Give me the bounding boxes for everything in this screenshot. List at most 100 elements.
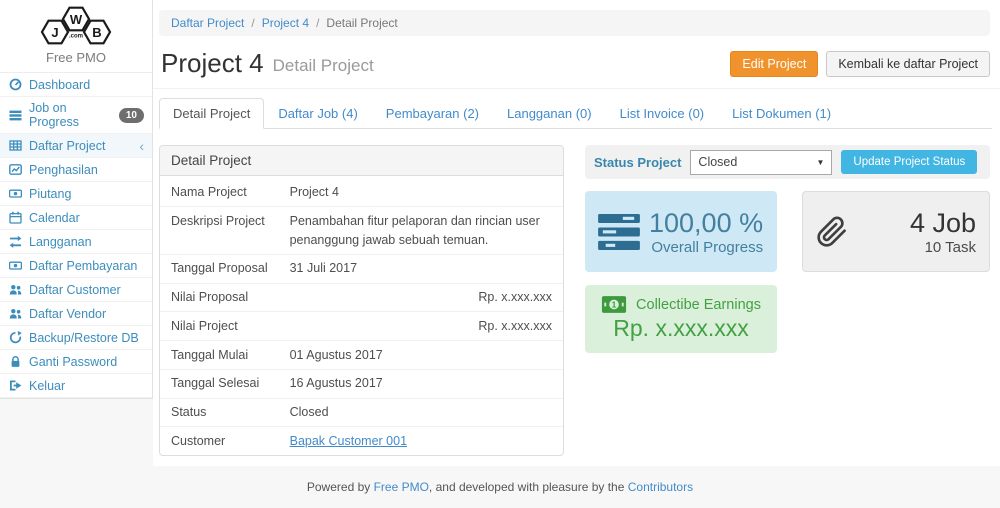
page-subtitle: Detail Project	[273, 51, 374, 76]
row-label: Deskripsi Project	[160, 207, 279, 255]
right-column: Status Project Closed ▼ Update Project S…	[585, 145, 990, 456]
status-project-form: Status Project Closed ▼ Update Project S…	[585, 145, 990, 179]
status-project-label: Status Project	[594, 155, 681, 170]
sidebar-item-langganan[interactable]: Langganan	[0, 230, 152, 254]
svg-text:1: 1	[612, 299, 617, 309]
status-select[interactable]: Closed ▼	[690, 150, 832, 175]
sidebar-item-label: Daftar Project	[29, 139, 105, 153]
footer-text: Powered by	[307, 480, 374, 494]
sidebar-item-label: Job on Progress	[29, 101, 113, 129]
panel-title: Detail Project	[160, 146, 563, 176]
header-buttons: Edit Project Kembali ke daftar Project	[730, 51, 990, 77]
progress-value: 100,00 %	[649, 207, 763, 239]
detail-project-panel: Detail Project Nama Project Project 4 De…	[159, 145, 564, 456]
status-select-value: Closed	[698, 155, 737, 169]
sidebar-item-label: Backup/Restore DB	[29, 331, 139, 345]
table-row: Customer Bapak Customer 001	[160, 427, 563, 455]
chevron-left-icon: ‹	[139, 139, 144, 153]
row-label: Customer	[160, 427, 279, 455]
svg-text:J: J	[51, 25, 58, 40]
brand-name: Free PMO	[4, 50, 148, 65]
sidebar: W J B .com Free PMO Dashboard Job on Pro…	[0, 0, 153, 399]
table-row: Deskripsi Project Penambahan fitur pelap…	[160, 207, 563, 255]
retweet-icon	[8, 235, 23, 248]
customer-link[interactable]: Bapak Customer 001	[290, 434, 407, 448]
row-label: Tanggal Proposal	[160, 254, 279, 283]
sidebar-item-daftar-customer[interactable]: Daftar Customer	[0, 278, 152, 302]
detail-table: Nama Project Project 4 Deskripsi Project…	[160, 176, 563, 455]
sidebar-item-label: Penghasilan	[29, 163, 98, 177]
contributors-link[interactable]: Contributors	[628, 480, 693, 494]
jwb-logo-icon: W J B .com	[29, 6, 123, 48]
money-icon: 1	[601, 295, 627, 314]
breadcrumb-separator: /	[316, 16, 319, 30]
sidebar-item-label: Piutang	[29, 187, 71, 201]
sidebar-item-daftar-project[interactable]: Daftar Project ‹	[0, 134, 152, 158]
row-label: Tanggal Mulai	[160, 341, 279, 370]
table-row: Tanggal Selesai 16 Agustus 2017	[160, 369, 563, 398]
sidebar-item-keluar[interactable]: Keluar	[0, 374, 152, 398]
tab-list-dokumen[interactable]: List Dokumen (1)	[718, 98, 845, 129]
sidebar-item-daftar-vendor[interactable]: Daftar Vendor	[0, 302, 152, 326]
progress-label: Overall Progress	[649, 239, 763, 256]
money-icon	[8, 259, 23, 272]
sidebar-item-dashboard[interactable]: Dashboard	[0, 73, 152, 97]
tab-detail-project[interactable]: Detail Project	[159, 98, 264, 129]
breadcrumb: Daftar Project / Project 4 / Detail Proj…	[159, 10, 990, 36]
page-header: Project 4 Detail Project Edit Project Ke…	[153, 36, 1000, 89]
sidebar-item-calendar[interactable]: Calendar	[0, 206, 152, 230]
table-row: Tanggal Proposal 31 Juli 2017	[160, 254, 563, 283]
tab-pembayaran[interactable]: Pembayaran (2)	[372, 98, 493, 129]
row-value: Rp. x.xxx.xxx	[279, 283, 563, 312]
row-label: Tanggal Selesai	[160, 369, 279, 398]
row-value: 16 Agustus 2017	[279, 369, 563, 398]
sidebar-item-label: Keluar	[29, 379, 65, 393]
sidebar-item-label: Daftar Pembayaran	[29, 259, 137, 273]
back-to-list-button[interactable]: Kembali ke daftar Project	[826, 51, 990, 77]
lock-icon	[8, 355, 23, 368]
table-icon	[8, 139, 23, 152]
tab-daftar-job[interactable]: Daftar Job (4)	[264, 98, 371, 129]
earnings-label: Collectibe Earnings	[636, 297, 761, 313]
sidebar-menu: Dashboard Job on Progress 10 Daftar Proj…	[0, 73, 152, 398]
edit-project-button[interactable]: Edit Project	[730, 51, 818, 77]
row-value: Closed	[279, 398, 563, 427]
app-layout: W J B .com Free PMO Dashboard Job on Pro…	[0, 0, 1000, 466]
page-title: Project 4	[161, 48, 264, 79]
job-summary-box: 4 Job 10 Task	[802, 191, 990, 272]
dashboard-icon	[8, 78, 23, 91]
update-project-status-button[interactable]: Update Project Status	[841, 150, 977, 174]
svg-text:W: W	[70, 12, 83, 27]
overall-progress-box: 100,00 % Overall Progress	[585, 191, 777, 272]
earnings-value: Rp. x.xxx.xxx	[593, 315, 769, 342]
sidebar-item-penghasilan[interactable]: Penghasilan	[0, 158, 152, 182]
sidebar-item-label: Calendar	[29, 211, 80, 225]
tab-list-invoice[interactable]: List Invoice (0)	[606, 98, 719, 129]
sidebar-item-job-on-progress[interactable]: Job on Progress 10	[0, 97, 152, 134]
row-label: Status	[160, 398, 279, 427]
sidebar-item-label: Daftar Vendor	[29, 307, 106, 321]
tab-langganan[interactable]: Langganan (0)	[493, 98, 606, 129]
svg-text:.com: .com	[69, 34, 83, 40]
svg-text:B: B	[92, 25, 101, 40]
line-chart-icon	[8, 163, 23, 176]
sidebar-item-ganti-password[interactable]: Ganti Password	[0, 350, 152, 374]
row-value: 31 Juli 2017	[279, 254, 563, 283]
tab-content: Detail Project Nama Project Project 4 De…	[153, 129, 1000, 456]
row-value: Project 4	[279, 176, 563, 207]
sidebar-item-piutang[interactable]: Piutang	[0, 182, 152, 206]
breadcrumb-link-project-4[interactable]: Project 4	[262, 16, 309, 30]
free-pmo-link[interactable]: Free PMO	[374, 480, 429, 494]
calendar-icon	[8, 211, 23, 224]
sidebar-item-label: Dashboard	[29, 78, 90, 92]
tasks-icon	[597, 213, 641, 251]
sign-out-icon	[8, 379, 23, 392]
row-value: Rp. x.xxx.xxx	[279, 312, 563, 341]
sidebar-item-daftar-pembayaran[interactable]: Daftar Pembayaran	[0, 254, 152, 278]
task-count: 10 Task	[848, 239, 976, 256]
sidebar-item-backup-restore-db[interactable]: Backup/Restore DB	[0, 326, 152, 350]
tab-bar: Detail Project Daftar Job (4) Pembayaran…	[159, 98, 992, 129]
table-row: Tanggal Mulai 01 Agustus 2017	[160, 341, 563, 370]
brand: W J B .com Free PMO	[0, 0, 152, 73]
breadcrumb-link-daftar-project[interactable]: Daftar Project	[171, 16, 244, 30]
